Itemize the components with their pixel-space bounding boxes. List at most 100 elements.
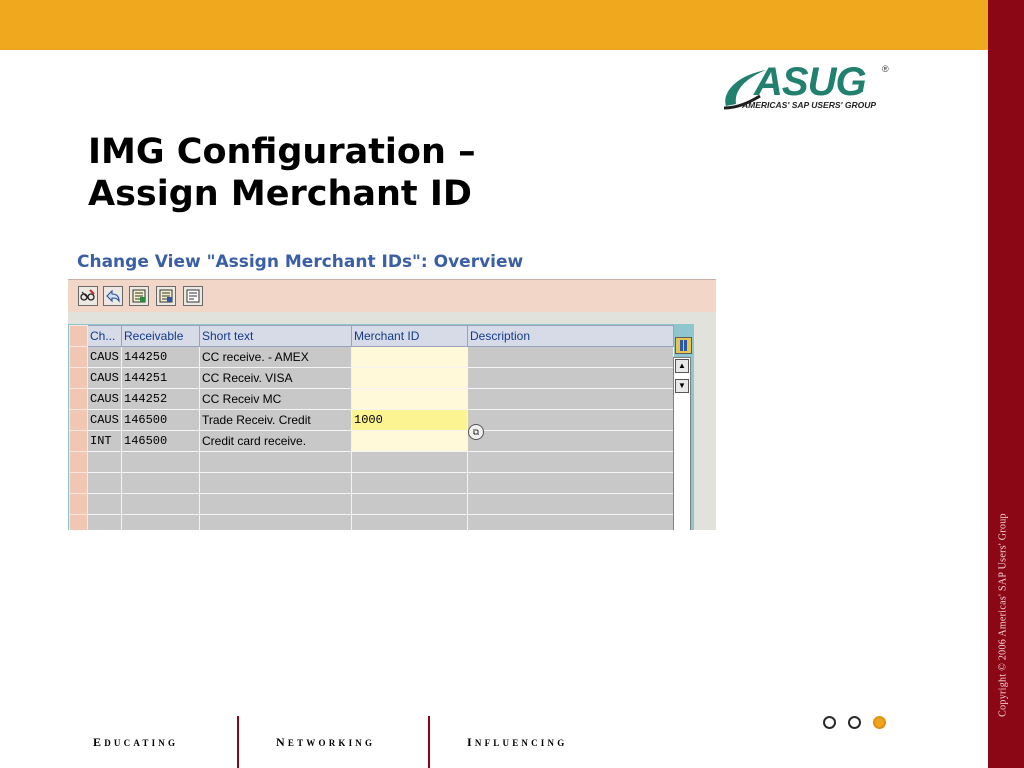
empty-cell	[199, 472, 352, 494]
change-glasses-icon[interactable]	[78, 286, 98, 306]
cell-description	[467, 346, 674, 368]
empty-cell	[351, 514, 468, 530]
sap-screen-title: Change View "Assign Merchant IDs": Overv…	[77, 252, 524, 272]
row-selector[interactable]	[69, 388, 88, 410]
merchant-id-input[interactable]	[351, 388, 468, 410]
logo-registered-mark: ®	[882, 64, 889, 74]
scroll-down-icon[interactable]: ▼	[675, 379, 689, 393]
empty-cell	[467, 472, 674, 494]
cell-short-text: Trade Receiv. Credit	[199, 409, 352, 431]
column-header-short-text[interactable]: Short text	[199, 325, 352, 347]
cell-receivable: 144252	[121, 388, 200, 410]
slide-title: IMG Configuration – Assign Merchant ID	[88, 131, 476, 215]
cell-short-text: Credit card receive.	[199, 430, 352, 452]
empty-cell	[467, 451, 674, 473]
empty-cell	[87, 493, 122, 515]
cell-ch: CAUS	[87, 367, 122, 389]
select-all-rows-cell[interactable]	[69, 325, 88, 347]
sap-application-toolbar	[68, 279, 716, 312]
row-selector[interactable]	[69, 451, 88, 473]
column-header-description[interactable]: Description	[467, 325, 674, 347]
top-orange-bar	[0, 0, 988, 50]
empty-cell	[121, 514, 200, 530]
select-all-icon[interactable]	[129, 286, 149, 306]
cell-ch: CAUS	[87, 346, 122, 368]
row-selector[interactable]	[69, 409, 88, 431]
select-block-icon[interactable]	[156, 286, 176, 306]
cell-receivable: 144251	[121, 367, 200, 389]
cell-ch: CAUS	[87, 409, 122, 431]
sap-table-area: Ch... Receivable Short text Merchant ID …	[68, 312, 716, 530]
table-row: INT 146500 Credit card receive.	[69, 430, 674, 452]
slide-nav-dot-3-active[interactable]	[873, 716, 886, 729]
table-row: CAUS 144251 CC Receiv. VISA	[69, 367, 674, 389]
footer-networking: NETWORKING	[276, 735, 376, 749]
footer-educating: EDUCATING	[93, 735, 179, 749]
empty-cell	[87, 514, 122, 530]
footer-divider	[237, 716, 239, 768]
empty-cell	[467, 514, 674, 530]
cell-description	[467, 409, 674, 431]
empty-cell	[199, 451, 352, 473]
table-row: CAUS 144252 CC Receiv MC	[69, 388, 674, 410]
row-selector[interactable]	[69, 346, 88, 368]
table-row: CAUS 144250 CC receive. - AMEX	[69, 346, 674, 368]
row-selector[interactable]	[69, 430, 88, 452]
table-row-empty	[69, 514, 674, 530]
row-selector[interactable]	[69, 367, 88, 389]
value-help-icon[interactable]: ⧉	[468, 424, 484, 440]
column-header-ch[interactable]: Ch...	[87, 325, 122, 347]
deselect-all-icon[interactable]	[183, 286, 203, 306]
cell-short-text: CC Receiv. VISA	[199, 367, 352, 389]
merchant-id-input-active[interactable]: 1000	[351, 409, 468, 431]
column-header-merchant-id[interactable]: Merchant ID	[351, 325, 468, 347]
row-selector[interactable]	[69, 472, 88, 494]
empty-cell	[351, 493, 468, 515]
undo-icon[interactable]	[103, 286, 123, 306]
cell-description	[467, 367, 674, 389]
row-selector[interactable]	[69, 493, 88, 515]
cell-receivable: 146500	[121, 409, 200, 431]
cell-receivable: 144250	[121, 346, 200, 368]
empty-cell	[351, 451, 468, 473]
table-row-empty	[69, 451, 674, 473]
row-selector[interactable]	[69, 514, 88, 530]
table-control-frame: Ch... Receivable Short text Merchant ID …	[68, 324, 694, 530]
empty-cell	[87, 472, 122, 494]
empty-cell	[121, 493, 200, 515]
merchant-id-input[interactable]	[351, 346, 468, 368]
merchant-id-input[interactable]	[351, 430, 468, 452]
cell-ch: CAUS	[87, 388, 122, 410]
empty-cell	[351, 472, 468, 494]
empty-cell	[199, 493, 352, 515]
empty-cell	[121, 472, 200, 494]
empty-cell	[467, 493, 674, 515]
slide-nav-dot-2[interactable]	[848, 716, 861, 729]
cell-description	[467, 430, 674, 452]
slide-nav-dot-1[interactable]	[823, 716, 836, 729]
table-row-empty	[69, 472, 674, 494]
merchant-id-table: Ch... Receivable Short text Merchant ID …	[69, 325, 674, 530]
asug-logo: ASUG ® AMERICAS' SAP USERS' GROUP	[720, 62, 895, 114]
table-settings-icon[interactable]	[675, 337, 692, 354]
cell-short-text: CC receive. - AMEX	[199, 346, 352, 368]
logo-wordmark: ASUG	[754, 60, 867, 104]
slide-title-line-2: Assign Merchant ID	[88, 174, 472, 214]
cell-short-text: CC Receiv MC	[199, 388, 352, 410]
merchant-id-input[interactable]	[351, 367, 468, 389]
table-row: CAUS 146500 Trade Receiv. Credit 1000	[69, 409, 674, 431]
cell-receivable: 146500	[121, 430, 200, 452]
empty-cell	[121, 451, 200, 473]
column-header-receivable[interactable]: Receivable	[121, 325, 200, 347]
footer-influencing: INFLUENCING	[467, 735, 568, 749]
empty-cell	[87, 451, 122, 473]
scroll-up-icon[interactable]: ▲	[675, 359, 689, 373]
vertical-scrollbar[interactable]: ▲ ▼	[673, 357, 691, 530]
footer-divider	[428, 716, 430, 768]
cell-ch: INT	[87, 430, 122, 452]
cell-description	[467, 388, 674, 410]
empty-cell	[199, 514, 352, 530]
slide-title-line-1: IMG Configuration –	[88, 132, 476, 172]
table-row-empty	[69, 493, 674, 515]
logo-subtitle: AMERICAS' SAP USERS' GROUP	[742, 100, 877, 110]
